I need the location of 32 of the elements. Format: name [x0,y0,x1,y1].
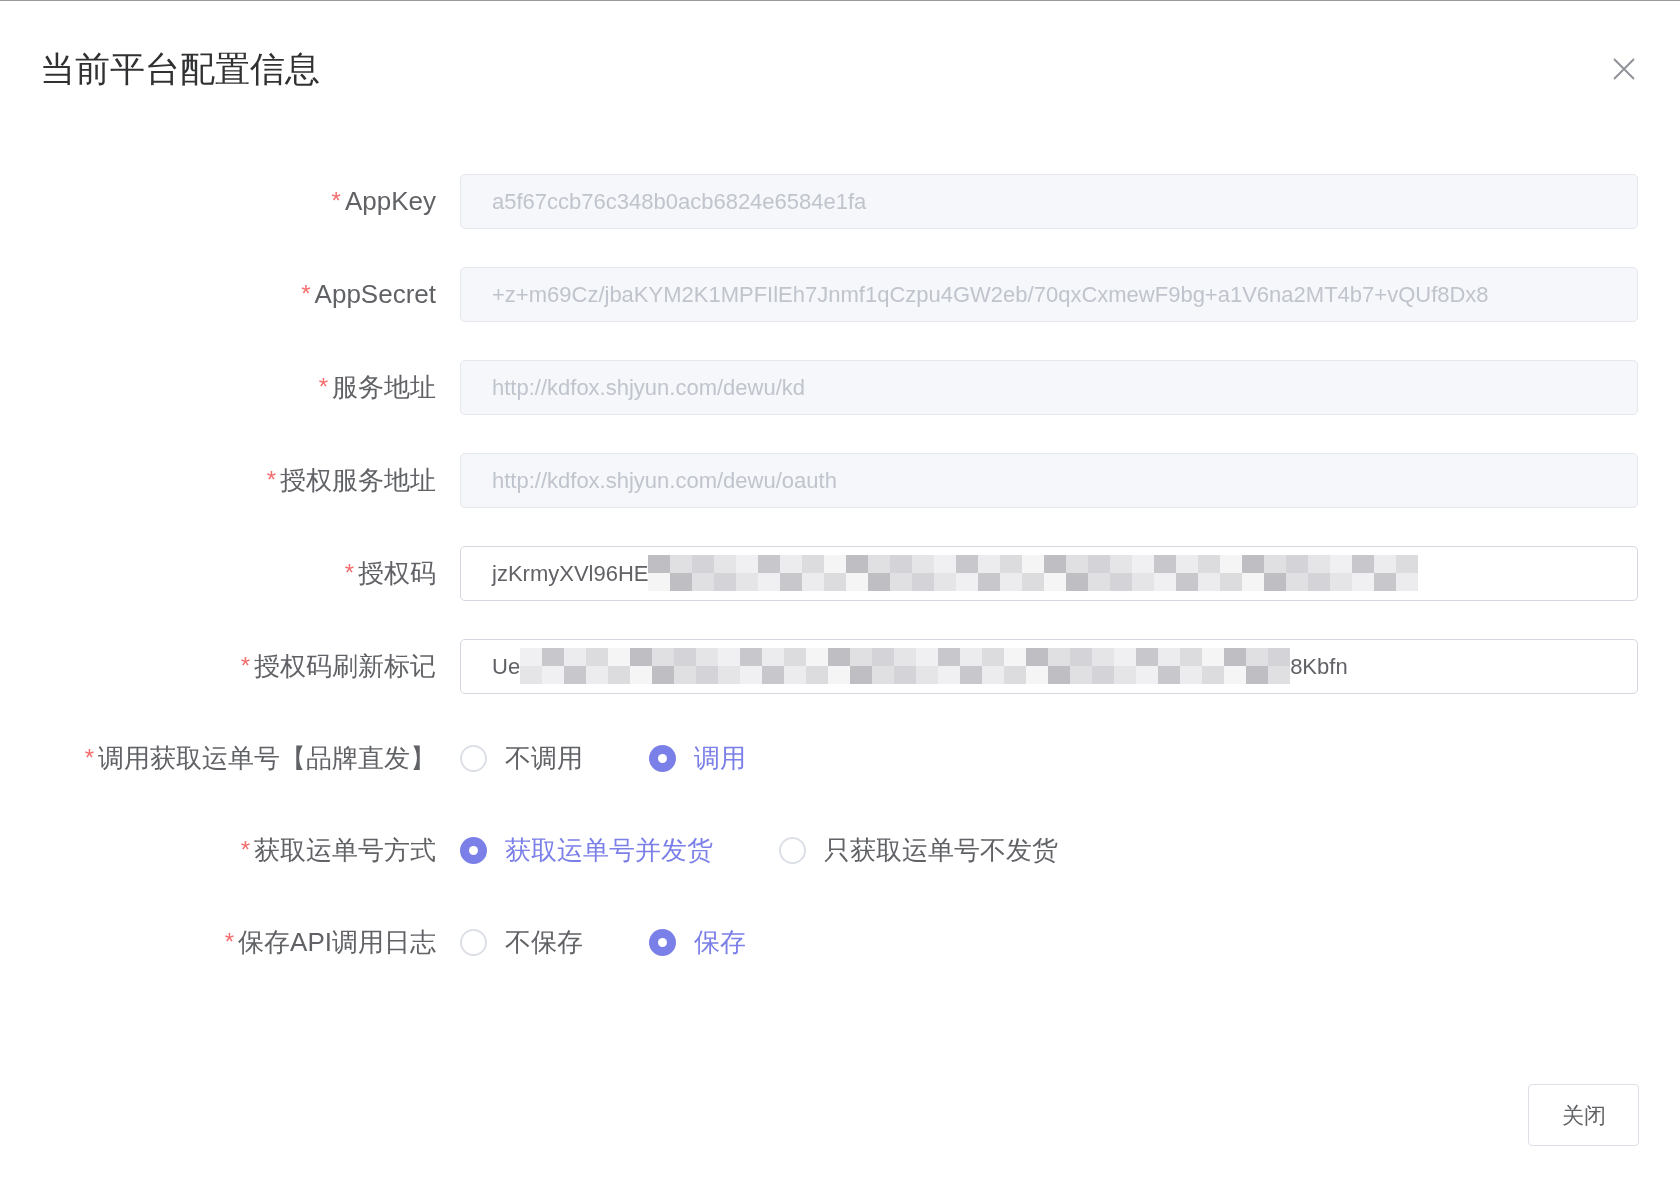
required-asterisk: * [240,835,250,865]
field-label: 调用获取运单号【品牌直发】 [98,741,436,775]
field-value: jzKrmyXVl96HE [492,559,649,588]
required-asterisk: * [344,558,354,588]
field-label: 授权码刷新标记 [254,649,436,683]
close-button[interactable]: 关闭 [1528,1084,1639,1146]
field-value: Ue [492,652,521,681]
radio-option[interactable]: 不保存 [460,922,583,962]
required-asterisk: * [240,651,250,681]
field-label: 授权码 [358,556,436,590]
close-icon[interactable] [1613,58,1635,81]
required-asterisk: * [331,186,341,216]
required-asterisk: * [84,743,94,773]
radio-option[interactable]: 不调用 [460,738,583,778]
dialog-title: 当前平台配置信息 [40,48,320,90]
field-label: AppSecret [314,277,436,311]
field-label: 获取运单号方式 [254,833,436,867]
required-asterisk: * [301,279,311,309]
radio-option[interactable]: 调用 [649,738,746,778]
field-label: 服务地址 [332,370,436,404]
radio-option[interactable]: 保存 [649,922,746,962]
required-asterisk: * [266,465,276,495]
radio-option[interactable]: 获取运单号并发货 [460,830,713,870]
input-field[interactable]: Ue 8Kbfn [460,638,1638,694]
field-label: 保存API调用日志 [238,925,436,959]
field-label: AppKey [344,184,436,218]
required-asterisk: * [318,372,328,402]
required-asterisk: * [224,927,235,957]
radio-option[interactable]: 只获取运单号不发货 [779,830,1058,870]
input-field[interactable]: jzKrmyXVl96HE [460,545,1638,601]
field-value: 8Kbfn [1290,652,1348,681]
field-label: 授权服务地址 [280,463,436,497]
